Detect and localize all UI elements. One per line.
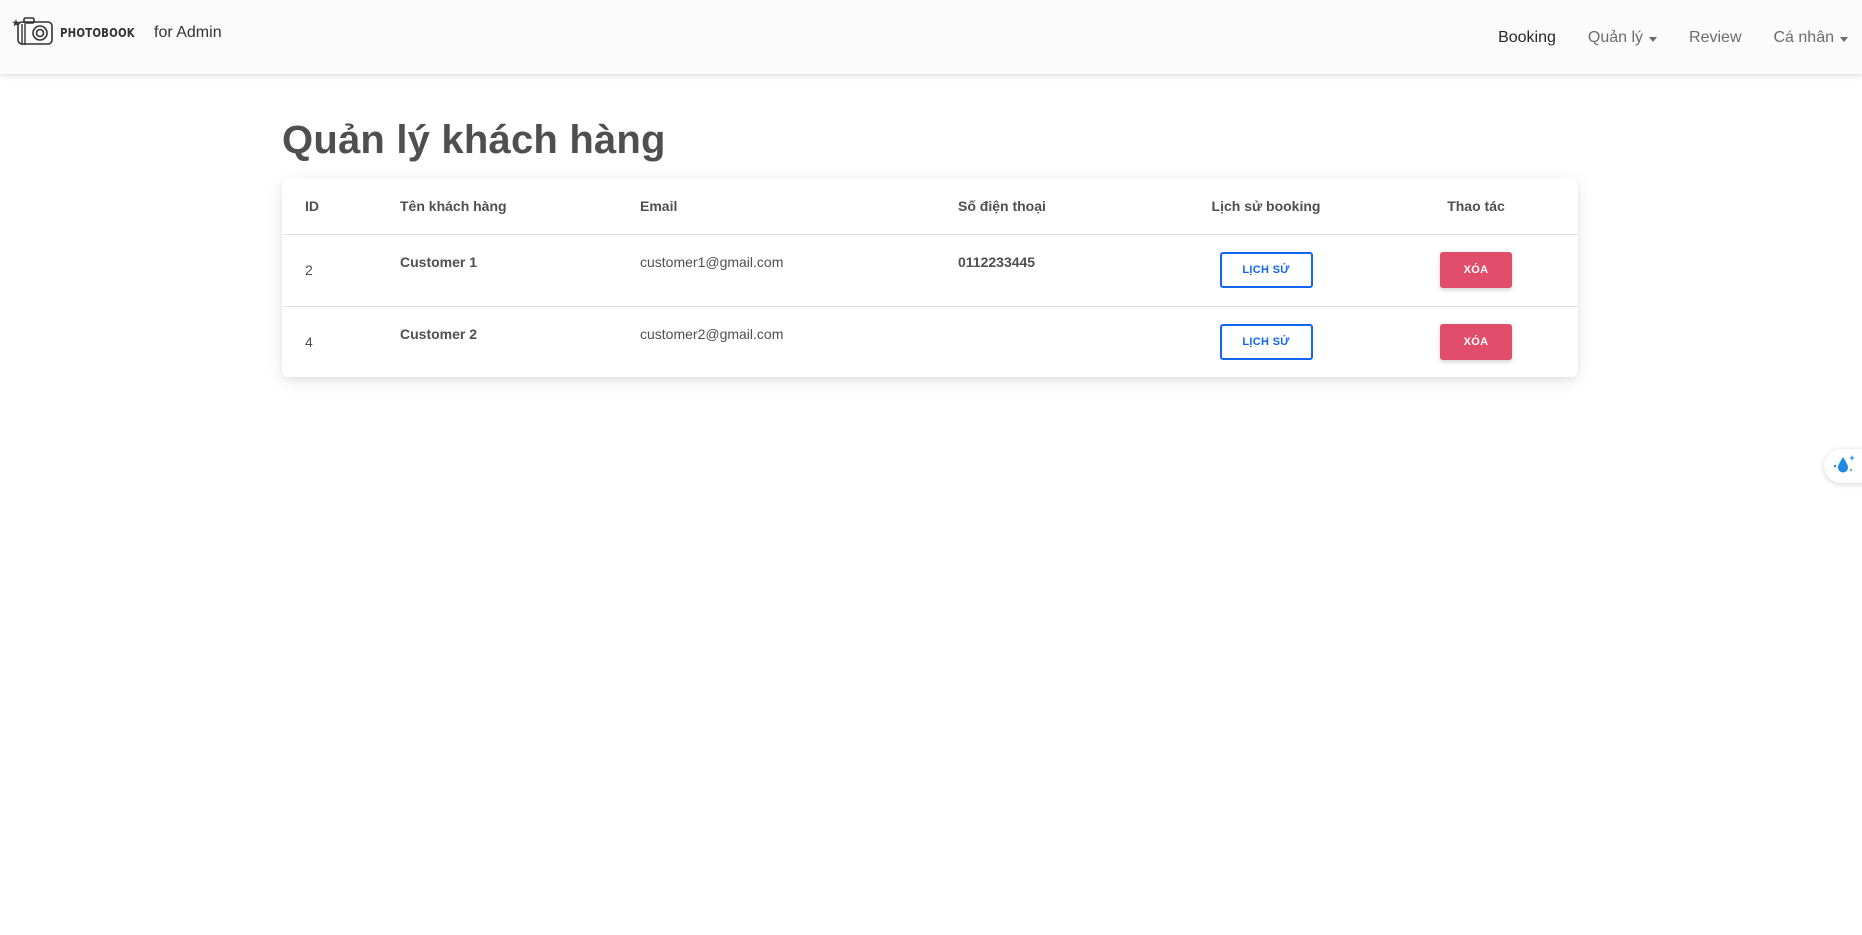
delete-button[interactable]: XÓA bbox=[1440, 252, 1512, 288]
brand-logo[interactable]: PHOTOBOOK bbox=[12, 15, 140, 52]
cell-history: LỊCH SỬ bbox=[1158, 305, 1374, 378]
page-title: Quản lý khách hàng bbox=[282, 118, 666, 162]
cell-name: Customer 1 bbox=[400, 234, 640, 306]
caret-down-icon bbox=[1649, 36, 1658, 42]
customer-table-card: ID Tên khách hàng Email Số điện thoại Lị… bbox=[282, 178, 1578, 378]
brand-logo-text: PHOTOBOOK bbox=[60, 26, 135, 40]
nav-link-review[interactable]: Review bbox=[1689, 29, 1741, 47]
caret-down-icon bbox=[1840, 36, 1848, 42]
delete-button[interactable]: XÓA bbox=[1440, 324, 1512, 361]
nav-link-label: Quản lý bbox=[1587, 29, 1644, 46]
table-header-row: ID Tên khách hàng Email Số điện thoại Lị… bbox=[282, 178, 1578, 235]
nav-dropdown-ca-nhan[interactable]: Cá nhân bbox=[1773, 29, 1848, 47]
cell-history: LỊCH SỬ bbox=[1158, 234, 1374, 306]
history-button[interactable]: LỊCH SỬ bbox=[1219, 252, 1313, 288]
cell-actions: XÓA bbox=[1374, 234, 1578, 306]
column-header-id: ID bbox=[282, 178, 400, 235]
customer-name: Customer 1 bbox=[400, 254, 478, 270]
column-header-name: Tên khách hàng bbox=[400, 178, 640, 235]
nav-link-booking[interactable]: Booking bbox=[1498, 29, 1556, 47]
cell-id: 4 bbox=[282, 305, 400, 378]
customer-phone: 0112233445 bbox=[958, 254, 1036, 270]
history-button[interactable]: LỊCH SỬ bbox=[1219, 324, 1313, 361]
brand-suffix: for Admin bbox=[154, 24, 222, 41]
brand[interactable]: PHOTOBOOK for Admin bbox=[12, 15, 222, 52]
camera-logo-icon bbox=[12, 15, 56, 52]
water-drop-sparkle-icon bbox=[1832, 453, 1858, 480]
nav-link-label: Review bbox=[1689, 29, 1742, 46]
customer-table: ID Tên khách hàng Email Số điện thoại Lị… bbox=[282, 178, 1578, 378]
column-header-actions: Thao tác bbox=[1374, 178, 1578, 235]
cell-actions: XÓA bbox=[1374, 305, 1578, 378]
nav-links: Booking Quản lý Review Cá nhân bbox=[1498, 29, 1850, 47]
customer-email: customer2@gmail.com bbox=[640, 326, 784, 343]
nav-link-label: Cá nhân bbox=[1773, 29, 1835, 46]
column-header-booking-history: Lịch sử booking bbox=[1158, 178, 1374, 235]
top-navbar: PHOTOBOOK for Admin Booking Quản lý Revi… bbox=[0, 0, 1862, 74]
cell-email: customer2@gmail.com bbox=[640, 305, 958, 378]
table-row: 2 Customer 1 customer1@gmail.com 0112233… bbox=[282, 234, 1578, 306]
nav-link-label: Booking bbox=[1498, 29, 1556, 46]
nav-dropdown-quan-ly[interactable]: Quản lý bbox=[1587, 29, 1658, 47]
cell-name: Customer 2 bbox=[400, 305, 640, 378]
cell-phone: 0112233445 bbox=[958, 234, 1158, 306]
column-header-email: Email bbox=[640, 178, 958, 235]
cell-phone bbox=[958, 305, 1158, 378]
customer-email: customer1@gmail.com bbox=[640, 254, 784, 270]
cell-id: 2 bbox=[305, 262, 313, 278]
table-row: 4 Customer 2 customer2@gmail.com LỊCH SỬ… bbox=[282, 305, 1578, 378]
customer-name: Customer 2 bbox=[400, 326, 478, 343]
cell-email: customer1@gmail.com bbox=[640, 234, 958, 306]
side-widget-button[interactable] bbox=[1824, 449, 1862, 483]
column-header-phone: Số điện thoại bbox=[958, 178, 1158, 235]
